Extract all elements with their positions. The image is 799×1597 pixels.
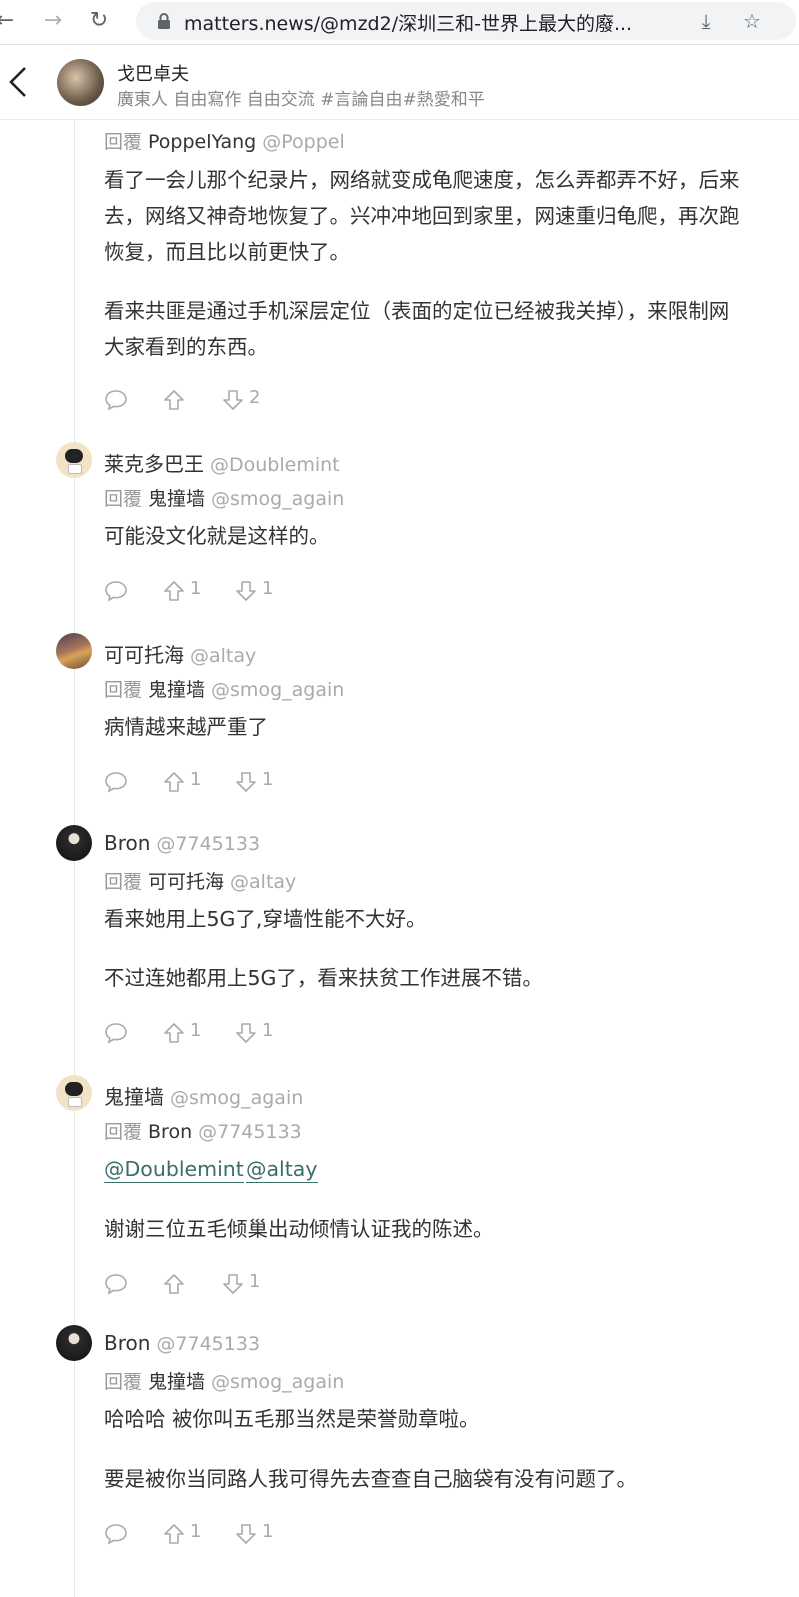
reply-user-name[interactable]: Bron — [148, 1121, 192, 1143]
downvote-count: 1 — [262, 1020, 274, 1041]
avatar[interactable] — [56, 1075, 92, 1111]
avatar[interactable] — [56, 633, 92, 669]
comment-author[interactable]: 可可托海 @altay — [104, 639, 256, 668]
avatar[interactable] — [56, 1325, 92, 1361]
reply-prefix: 回覆 — [104, 679, 143, 701]
upvote-count: 1 — [190, 1020, 202, 1041]
reply-to: 回覆 鬼撞墙 @smog_again — [104, 675, 344, 702]
reply-user-name[interactable]: 鬼撞墙 — [148, 488, 205, 510]
user-name[interactable]: Bron — [104, 1331, 150, 1355]
downvote-count: 2 — [249, 387, 261, 408]
reply-user-handle[interactable]: @7745133 — [198, 1121, 302, 1143]
comment-author[interactable]: 鬼撞墙 @smog_again — [104, 1081, 303, 1110]
download-icon[interactable]: ⤓ — [694, 9, 718, 33]
reply-user-name[interactable]: 鬼撞墙 — [148, 1371, 205, 1393]
reply-user-handle[interactable]: @altay — [230, 871, 296, 893]
arrow-up-icon — [164, 390, 184, 410]
back-arrow-icon[interactable]: ← — [0, 8, 18, 34]
reply-to: 回覆 鬼撞墙 @smog_again — [104, 1367, 344, 1394]
reply-user-handle[interactable]: @smog_again — [211, 1371, 344, 1393]
lock-icon[interactable] — [154, 11, 174, 31]
user-handle[interactable]: @smog_again — [170, 1087, 303, 1109]
arrow-down-icon — [236, 772, 256, 792]
arrow-down-icon — [236, 1524, 256, 1544]
user-handle[interactable]: @7745133 — [156, 1333, 260, 1355]
comment-text-line: 看来共匪是通过手机深层定位（表面的定位已经被我关掉），来限制网 — [104, 299, 730, 323]
arrow-up-icon — [164, 1524, 184, 1544]
user-handle[interactable]: @7745133 — [156, 833, 260, 855]
reply-prefix: 回覆 — [104, 1371, 143, 1393]
back-chevron-icon[interactable] — [6, 65, 32, 99]
reply-user-name[interactable]: 鬼撞墙 — [148, 679, 205, 701]
comment-text-line: 看来她用上5G了,穿墙性能不大好。 — [104, 907, 427, 931]
avatar[interactable] — [56, 442, 92, 478]
forward-arrow-icon[interactable]: → — [40, 8, 66, 34]
reply-user-handle[interactable]: @smog_again — [211, 488, 344, 510]
comment-text-line: 去，网络又神奇地恢复了。兴冲冲地回到家里，网速重归龟爬，再次跑 — [104, 204, 740, 228]
user-handle[interactable]: @altay — [190, 645, 256, 667]
reply-to: 回覆 Bron @7745133 — [104, 1117, 302, 1144]
comment-text-line: 谢谢三位五毛倾巢出动倾情认证我的陈述。 — [104, 1217, 494, 1241]
comment-text-line: 可能没文化就是这样的。 — [104, 524, 330, 548]
reply-user-handle[interactable]: @smog_again — [211, 679, 344, 701]
arrow-down-icon — [236, 581, 256, 601]
author-avatar[interactable] — [57, 59, 104, 106]
user-name[interactable]: 莱克多巴王 — [104, 452, 204, 476]
arrow-up-icon — [164, 772, 184, 792]
reload-icon[interactable]: ↻ — [86, 8, 112, 34]
comment-text-line: 看了一会儿那个纪录片，网络就变成龟爬速度，怎么弄都弄不好，后来 — [104, 168, 740, 192]
arrow-down-icon — [223, 390, 243, 410]
downvote-count: 1 — [262, 578, 274, 599]
arrow-down-icon — [236, 1023, 256, 1043]
comment-text-line: 哈哈哈 被你叫五毛那当然是荣誉勋章啦。 — [104, 1407, 480, 1431]
reply-prefix: 回覆 — [104, 488, 143, 510]
arrow-up-icon — [164, 1023, 184, 1043]
comment-text-line: 恢复，而且比以前更快了。 — [104, 240, 350, 264]
comment-text-line: 病情越来越严重了 — [104, 715, 268, 739]
arrow-down-icon — [223, 1274, 243, 1294]
user-handle[interactable]: @Doublemint — [210, 454, 340, 476]
user-name[interactable]: 可可托海 — [104, 643, 184, 667]
url-text[interactable]: matters.news/@mzd2/深圳三和-世界上最大的廢... — [184, 9, 684, 36]
arrow-up-icon — [164, 1274, 184, 1294]
user-name[interactable]: 鬼撞墙 — [104, 1085, 164, 1109]
reply-prefix: 回覆 — [104, 1121, 143, 1143]
downvote-count: 1 — [249, 1271, 261, 1292]
reply-user-name[interactable]: PoppelYang — [148, 131, 256, 153]
user-name[interactable]: Bron — [104, 831, 150, 855]
comment-author[interactable]: 莱克多巴王 @Doublemint — [104, 448, 340, 477]
mention-link[interactable]: @altay — [246, 1157, 318, 1183]
downvote-count: 1 — [262, 769, 274, 790]
upvote-count: 1 — [190, 578, 202, 599]
reply-user-handle[interactable]: @Poppel — [262, 131, 345, 153]
upvote-count: 1 — [190, 1521, 202, 1542]
reply-user-name[interactable]: 可可托海 — [148, 871, 224, 893]
article-header: 戈巴卓夫 廣東人 自由寫作 自由交流 #言論自由#熱愛和平 — [0, 45, 799, 120]
reply-prefix: 回覆 — [104, 871, 143, 893]
comment-author[interactable]: Bron @7745133 — [104, 1331, 260, 1355]
comment-author[interactable]: Bron @7745133 — [104, 831, 260, 855]
mention-link[interactable]: @Doublemint — [104, 1157, 244, 1183]
arrow-up-icon — [164, 581, 184, 601]
author-name[interactable]: 戈巴卓夫 — [117, 60, 189, 86]
reply-to: 回覆 PoppelYang @Poppel — [104, 127, 345, 154]
comment-text-line: 大家看到的东西。 — [104, 335, 268, 359]
reply-to: 回覆 可可托海 @altay — [104, 867, 296, 894]
avatar[interactable] — [56, 825, 92, 861]
reply-prefix: 回覆 — [104, 131, 143, 153]
reply-to: 回覆 鬼撞墙 @smog_again — [104, 484, 344, 511]
upvote-count: 1 — [190, 769, 202, 790]
star-icon[interactable]: ☆ — [740, 9, 764, 33]
browser-toolbar: ← → ↻ matters.news/@mzd2/深圳三和-世界上最大的廢...… — [0, 0, 799, 45]
downvote-count: 1 — [262, 1521, 274, 1542]
address-bar[interactable]: matters.news/@mzd2/深圳三和-世界上最大的廢... ⤓ ☆ — [136, 2, 796, 40]
comment-text-line: 要是被你当同路人我可得先去查查自己脑袋有没有问题了。 — [104, 1467, 637, 1491]
comment-text-line: 不过连她都用上5G了，看来扶贫工作进展不错。 — [104, 966, 543, 990]
author-bio: 廣東人 自由寫作 自由交流 #言論自由#熱愛和平 — [117, 90, 485, 110]
